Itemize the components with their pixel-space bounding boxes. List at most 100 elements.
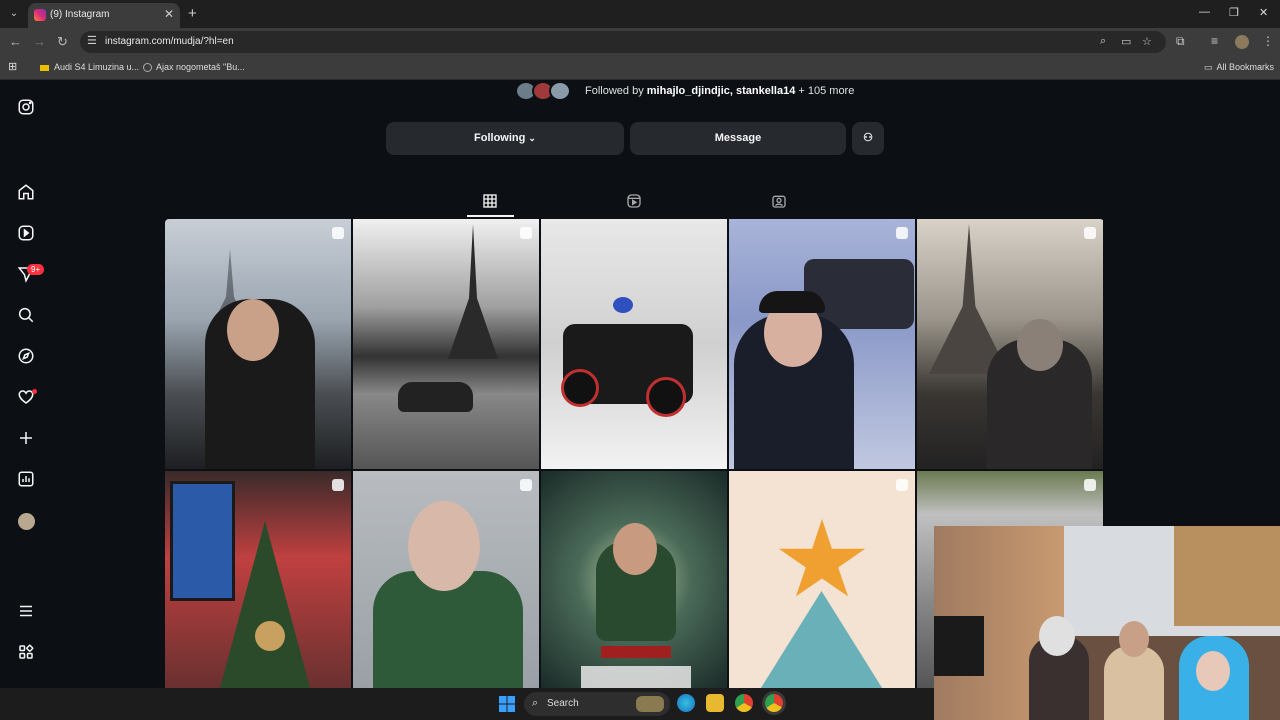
reels-tab-icon[interactable] bbox=[626, 193, 642, 209]
new-tab-icon[interactable]: + bbox=[188, 5, 197, 22]
atv-wheel bbox=[561, 369, 599, 407]
all-bookmarks-label: All Bookmarks bbox=[1216, 62, 1275, 72]
home-icon[interactable] bbox=[17, 183, 35, 201]
tagged-tab-icon[interactable] bbox=[771, 193, 787, 209]
post-tile[interactable] bbox=[165, 471, 351, 688]
extensions-icon[interactable]: ⧉ bbox=[1176, 34, 1185, 49]
bookmark-star-icon[interactable]: ☆ bbox=[1142, 35, 1152, 48]
followed-by-text: Followed by mihajlo_djindjic, stankella1… bbox=[585, 85, 854, 97]
followed-by-names[interactable]: mihajlo_djindjic, stankella14 bbox=[647, 85, 796, 97]
browser-tab-instagram[interactable]: (9) Instagram ✕ bbox=[28, 3, 180, 28]
post-tile[interactable] bbox=[729, 219, 915, 469]
reels-icon[interactable] bbox=[17, 224, 35, 242]
edge-icon[interactable] bbox=[677, 694, 695, 712]
bookmark-label: Audi S4 Limuzina u... bbox=[54, 62, 140, 72]
reload-icon[interactable]: ↻ bbox=[57, 34, 68, 50]
following-label: Following bbox=[474, 132, 526, 144]
windows-start-icon[interactable] bbox=[498, 695, 516, 713]
back-icon[interactable]: ← bbox=[9, 34, 22, 49]
instagram-favicon-icon bbox=[34, 9, 46, 21]
tab-search-icon[interactable]: ⌄ bbox=[6, 6, 22, 22]
media-control-icon[interactable]: ≡ bbox=[1211, 34, 1218, 48]
post-tile[interactable] bbox=[541, 471, 727, 688]
dashboard-icon[interactable] bbox=[17, 470, 35, 488]
browser-profile-avatar[interactable] bbox=[1235, 35, 1249, 49]
poster-title-shape bbox=[601, 646, 671, 658]
all-bookmarks[interactable]: ▭ All Bookmarks bbox=[1204, 62, 1274, 73]
person-right-head bbox=[1196, 651, 1230, 691]
instagram-logo-icon[interactable] bbox=[17, 98, 35, 116]
helmet-shape bbox=[613, 297, 633, 313]
person-middle bbox=[1104, 646, 1164, 720]
atv-wheel bbox=[646, 377, 686, 417]
post-tile[interactable] bbox=[353, 471, 539, 688]
zoom-icon[interactable]: ⌕ bbox=[1100, 35, 1106, 48]
ornament-shape bbox=[255, 621, 285, 651]
face-shape bbox=[1017, 319, 1063, 371]
cast-icon[interactable]: ▭ bbox=[1121, 35, 1131, 48]
notification-dot bbox=[32, 389, 37, 394]
file-explorer-icon[interactable] bbox=[706, 694, 724, 712]
star-shape bbox=[778, 519, 866, 597]
apps-grid-icon[interactable]: ⊞ bbox=[8, 60, 17, 73]
browser-menu-icon[interactable]: ⋮ bbox=[1262, 34, 1274, 48]
more-menu-icon[interactable] bbox=[17, 602, 35, 620]
taskbar-search-icon: ⌕ bbox=[532, 697, 539, 709]
webcam-overlay bbox=[934, 526, 1280, 720]
restore-icon[interactable]: ❐ bbox=[1229, 6, 1239, 19]
chrome-icon[interactable] bbox=[735, 694, 753, 712]
bookmark-audi[interactable]: Audi S4 Limuzina u... bbox=[40, 62, 139, 72]
reel-indicator-icon bbox=[332, 227, 344, 239]
window-shape bbox=[170, 481, 235, 601]
browser-tab-bar: ⌄ (9) Instagram ✕ + — ❐ ✕ bbox=[0, 0, 1280, 28]
tab-title: (9) Instagram bbox=[50, 9, 110, 20]
forward-icon[interactable]: → bbox=[33, 34, 46, 49]
taskbar-search[interactable]: ⌕ Search bbox=[524, 692, 670, 716]
followed-by-more: + 105 more bbox=[798, 85, 855, 97]
post-tile[interactable] bbox=[353, 219, 539, 469]
notifications-badge: 9+ bbox=[27, 264, 45, 275]
face-shape bbox=[613, 523, 657, 575]
bookmark-globe-icon bbox=[143, 63, 152, 73]
posts-grid-tab-icon[interactable] bbox=[482, 193, 498, 209]
chrome-active-icon[interactable] bbox=[765, 694, 783, 712]
monitor-shape bbox=[934, 616, 984, 676]
eiffel-tower-shape bbox=[448, 224, 498, 359]
following-button[interactable]: Following ⌄ bbox=[386, 122, 624, 155]
shelf-shape bbox=[1174, 526, 1280, 626]
window-close-icon[interactable]: ✕ bbox=[1259, 6, 1268, 19]
reel-indicator-icon bbox=[1084, 227, 1096, 239]
post-tile[interactable] bbox=[729, 471, 915, 688]
post-tile[interactable] bbox=[541, 219, 727, 469]
follower-avatar bbox=[549, 81, 571, 101]
reel-indicator-icon bbox=[896, 479, 908, 491]
address-bar[interactable]: ☰ instagram.com/mudja/?hl=en ⌕ ▭ ☆ bbox=[80, 31, 1166, 53]
create-icon[interactable] bbox=[17, 429, 35, 447]
threads-apps-icon[interactable] bbox=[17, 643, 35, 661]
person-middle-head bbox=[1119, 621, 1149, 657]
chevron-down-icon: ⌄ bbox=[528, 133, 536, 143]
add-user-icon: ⚇ bbox=[863, 132, 873, 144]
url-text: instagram.com/mudja/?hl=en bbox=[105, 36, 234, 47]
search-icon[interactable] bbox=[17, 306, 35, 324]
explore-icon[interactable] bbox=[17, 347, 35, 365]
message-button[interactable]: Message bbox=[630, 122, 846, 155]
post-tile[interactable] bbox=[165, 219, 351, 469]
site-info-icon[interactable]: ☰ bbox=[87, 34, 97, 47]
suggested-users-button[interactable]: ⚇ bbox=[852, 122, 884, 155]
profile-tabs bbox=[165, 189, 1104, 219]
carousel-indicator-icon bbox=[1084, 479, 1096, 491]
cap-shape bbox=[759, 291, 825, 313]
browser-toolbar: ← → ↻ ☰ instagram.com/mudja/?hl=en ⌕ ▭ ☆… bbox=[0, 28, 1280, 56]
reel-indicator-icon bbox=[332, 479, 344, 491]
post-tile[interactable] bbox=[917, 219, 1103, 469]
message-label: Message bbox=[714, 132, 762, 144]
profile-avatar[interactable] bbox=[18, 513, 35, 530]
face-shape bbox=[408, 501, 480, 591]
bookmark-ajax[interactable]: Ajax nogometaš "Bu... bbox=[143, 62, 245, 73]
reel-indicator-icon bbox=[520, 227, 532, 239]
tab-close-icon[interactable]: ✕ bbox=[164, 7, 174, 21]
face-shape bbox=[227, 299, 279, 361]
minimize-icon[interactable]: — bbox=[1199, 6, 1210, 18]
bookmark-favicon-icon bbox=[40, 64, 49, 71]
